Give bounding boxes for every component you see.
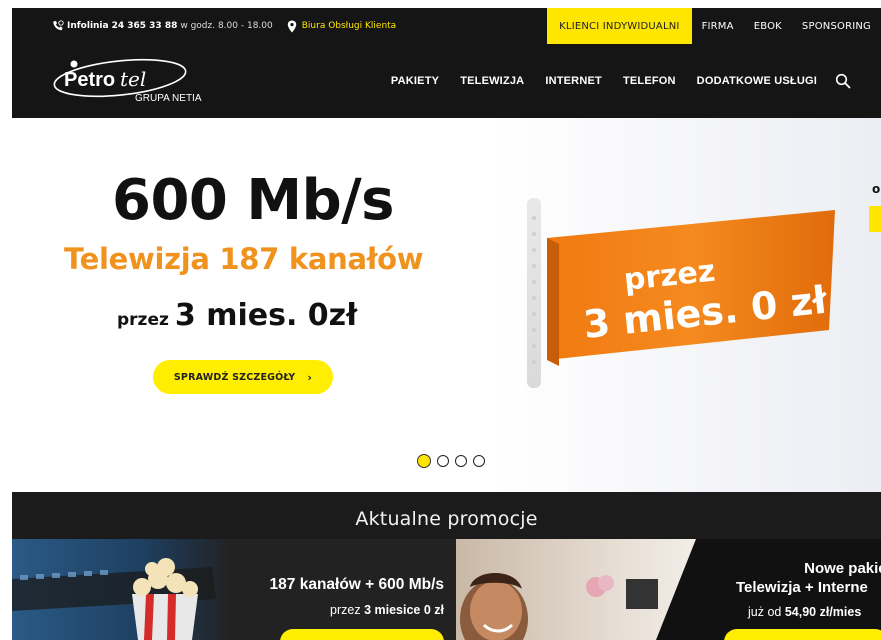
card1-subline-bold: 3 miesice 0 zł — [364, 603, 444, 617]
search-icon[interactable] — [835, 73, 851, 89]
promo-card-tv-internet[interactable]: 187 kanałów + 600 Mb/s przez 3 miesice 0… — [12, 539, 456, 640]
card2-price-bold: 54,90 zł/mies — [784, 605, 862, 619]
card1-button[interactable] — [280, 629, 444, 640]
svg-text:GRUPA NETIA: GRUPA NETIA — [135, 93, 202, 104]
phone-icon — [53, 20, 64, 31]
segment-business[interactable]: FIRMA — [692, 8, 744, 44]
segment-individual[interactable]: KLIENCI INDYWIDUALNI — [547, 8, 692, 44]
infolinia-label: Infolinia — [67, 21, 109, 31]
nav-internet[interactable]: INTERNET — [545, 75, 602, 87]
slider-dot-4[interactable] — [473, 455, 485, 467]
hero-offer: przez 3 mies. 0zł — [117, 298, 357, 333]
segment-sponsoring[interactable]: SPONSORING — [792, 8, 881, 44]
nav-dodatkowe-uslugi[interactable]: DODATKOWE USŁUGI — [697, 75, 817, 87]
hero-slider: 600 Mb/s Telewizja 187 kanałów przez 3 mi… — [12, 118, 881, 492]
main-menu: PAKIETY TELEWIZJA INTERNET TELEFON DODAT… — [370, 44, 851, 118]
card1-subline-prefix: przez — [330, 603, 361, 617]
card2-headline: Nowe pakiety — [804, 560, 881, 577]
man-smiling-image — [456, 539, 706, 640]
slider-dot-2[interactable] — [437, 455, 449, 467]
slider-dot-1[interactable] — [417, 454, 431, 468]
location-pin-icon — [287, 20, 296, 32]
card2-price-prefix: już od — [748, 605, 782, 619]
svg-text:Petro: Petro — [64, 69, 115, 91]
hero-offer-prefix: przez — [117, 310, 169, 330]
nav-pakiety[interactable]: PAKIETY — [391, 75, 439, 87]
promotions-section: Aktualne promocje 187 kanałów + 600 Mb/s… — [12, 492, 881, 640]
hero-speed-headline: 600 Mb/s — [112, 168, 395, 233]
infolinia-number[interactable]: 24 365 33 88 — [112, 21, 178, 31]
segment-ebok[interactable]: EBOK — [744, 8, 792, 44]
hero-tv-channels: Telewizja 187 kanałów — [64, 242, 424, 276]
petrotel-logo[interactable]: Petro tel GRUPA NETIA — [50, 56, 210, 110]
top-utility-bar: Infolinia 24 365 33 88 w godz. 8.00 - 18… — [12, 8, 881, 44]
hero-cta-button[interactable]: SPRAWDŹ SZCZEGÓŁY › — [153, 360, 333, 394]
nav-telewizja[interactable]: TELEWIZJA — [460, 75, 524, 87]
promotions-title: Aktualne promocje — [355, 508, 538, 530]
promo-card-new-packages[interactable]: Nowe pakiety Telewizja + Interne już od … — [456, 539, 881, 640]
browser-viewport: Infolinia 24 365 33 88 w godz. 8.00 - 18… — [12, 8, 881, 640]
svg-text:tel: tel — [120, 67, 146, 91]
card1-subline: przez 3 miesice 0 zł — [330, 603, 444, 617]
next-slide-peek-button — [869, 206, 881, 232]
slider-pagination — [417, 454, 491, 468]
next-slide-peek-text: o — [872, 182, 881, 196]
chevron-right-icon: › — [307, 370, 313, 384]
hero-cta-label: SPRAWDŹ SZCZEGÓŁY — [173, 371, 296, 383]
card2-price: już od 54,90 zł/mies — [748, 605, 861, 619]
main-navbar: Petro tel GRUPA NETIA PAKIETY TELEWIZJA … — [12, 44, 881, 118]
segment-switcher: KLIENCI INDYWIDUALNI FIRMA EBOK SPONSORI… — [547, 8, 881, 44]
opening-hours: w godz. 8.00 - 18.00 — [180, 21, 273, 31]
popcorn-film-image — [12, 539, 232, 640]
contact-info: Infolinia 24 365 33 88 w godz. 8.00 - 18… — [52, 8, 396, 44]
slider-dot-3[interactable] — [455, 455, 467, 467]
office-link[interactable]: Biura Obsługi Klienta — [302, 21, 396, 31]
card1-headline: 187 kanałów + 600 Mb/s — [269, 576, 444, 593]
card2-headline-2: Telewizja + Interne — [736, 579, 868, 596]
hero-offer-price: 3 mies. 0zł — [174, 298, 358, 333]
promo-ribbon-graphic: przez 3 mies. 0 zł — [527, 198, 835, 388]
nav-telefon[interactable]: TELEFON — [623, 75, 676, 87]
card2-button[interactable] — [724, 629, 881, 640]
